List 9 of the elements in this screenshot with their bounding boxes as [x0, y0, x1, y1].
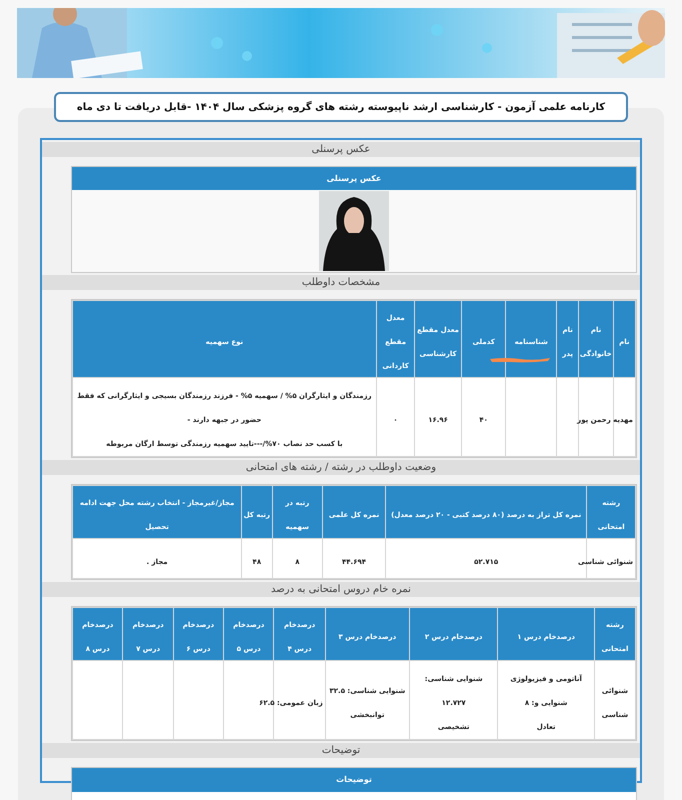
- section-heading: توضیحات: [42, 743, 640, 758]
- column-header: توضیحات: [72, 768, 636, 792]
- redaction-scribble: [490, 356, 550, 364]
- page-title: کارنامه علمی آزمون - کارشناسی ارشد ناپیوسته رشته های گروه پزشکی سال ۱۴۰۴ -قابل دریافت تا دی ماه: [54, 92, 628, 122]
- section-heading: عکس پرسنلی: [42, 142, 640, 157]
- section-heading: وضعیت داوطلب در رشته / رشته های امتحانی: [42, 460, 640, 475]
- column-header: عکس پرسنلی: [72, 167, 636, 190]
- section-heading: مشخصات داوطلب: [42, 275, 640, 290]
- section-heading: نمره خام دروس امتحانی به درصد: [42, 582, 640, 597]
